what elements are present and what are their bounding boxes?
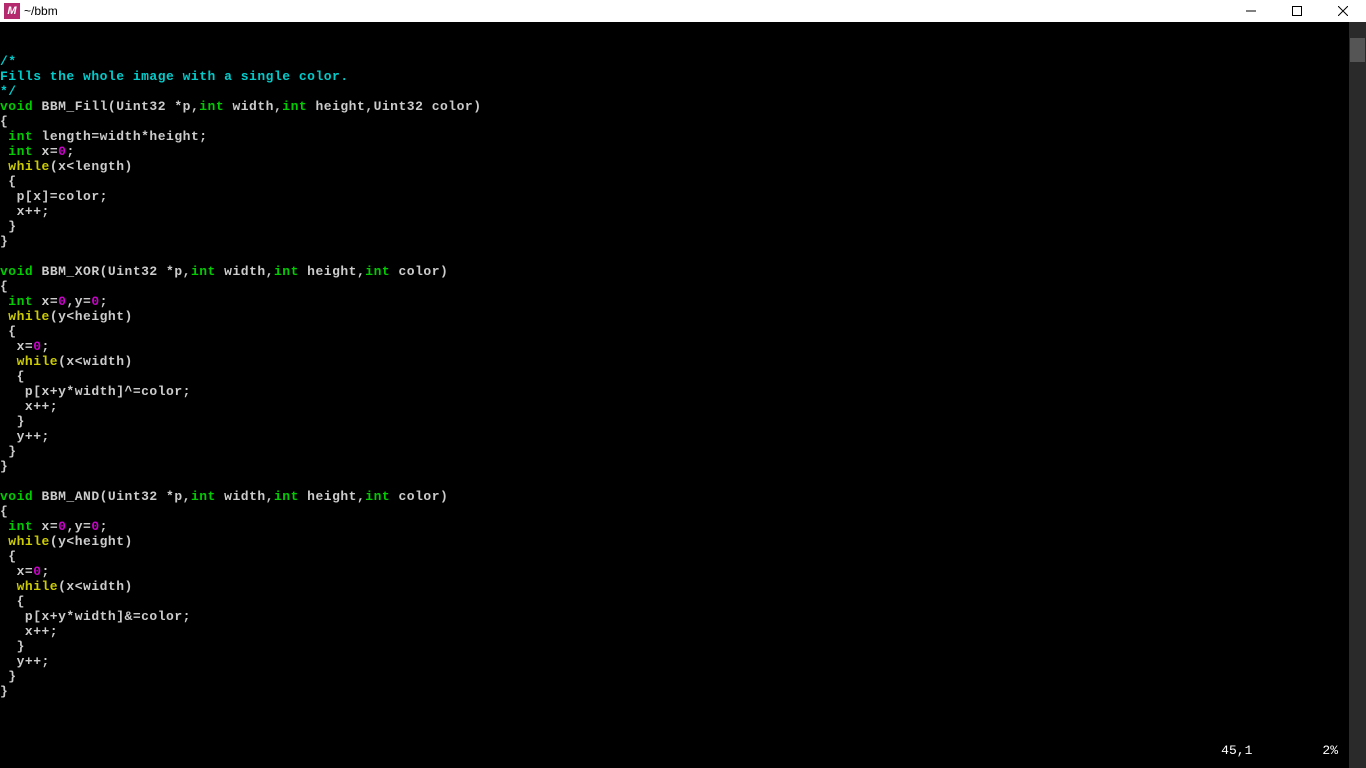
code-type: void xyxy=(0,264,33,279)
code-text: { xyxy=(0,594,25,609)
code-text: x= xyxy=(0,564,33,579)
vertical-scrollbar[interactable] xyxy=(1349,22,1366,768)
code-comment: */ xyxy=(0,84,17,99)
code-text: height, xyxy=(299,489,365,504)
code-text: { xyxy=(0,114,8,129)
code-text: { xyxy=(0,174,17,189)
code-type: int xyxy=(199,99,224,114)
code-keyword: while xyxy=(0,159,50,174)
scroll-percent: 2% xyxy=(1322,743,1338,758)
code-text: (x<length) xyxy=(50,159,133,174)
code-number: 0 xyxy=(91,294,99,309)
cursor-position: 45,1 xyxy=(1221,743,1252,758)
code-text: x++; xyxy=(0,204,50,219)
code-text: y++; xyxy=(0,429,50,444)
code-text: p[x+y*width]^=color; xyxy=(0,384,191,399)
code-text: width, xyxy=(224,99,282,114)
code-text: x++; xyxy=(0,399,58,414)
code-text: { xyxy=(0,504,8,519)
code-type: int xyxy=(0,519,33,534)
code-text: BBM_AND(Uint32 *p, xyxy=(33,489,191,504)
code-text: color) xyxy=(390,489,448,504)
code-type: int xyxy=(274,264,299,279)
app-icon: M xyxy=(4,3,20,19)
code-text: x= xyxy=(33,294,58,309)
code-keyword: while xyxy=(0,534,50,549)
code-text: height, xyxy=(299,264,365,279)
code-text: ,y= xyxy=(66,519,91,534)
code-type: int xyxy=(0,129,33,144)
code-text: p[x]=color; xyxy=(0,189,108,204)
code-type: int xyxy=(0,144,33,159)
code-text: height,Uint32 color) xyxy=(307,99,481,114)
code-text: BBM_XOR(Uint32 *p, xyxy=(33,264,191,279)
code-keyword: while xyxy=(0,579,58,594)
code-text: p[x+y*width]&=color; xyxy=(0,609,191,624)
code-text: y++; xyxy=(0,654,50,669)
code-type: int xyxy=(0,294,33,309)
minimize-button[interactable] xyxy=(1228,0,1274,22)
code-text: } xyxy=(0,234,8,249)
code-comment: /* xyxy=(0,54,17,69)
code-text: } xyxy=(0,459,8,474)
code-type: void xyxy=(0,99,33,114)
scrollbar-thumb[interactable] xyxy=(1350,38,1365,62)
code-keyword: while xyxy=(0,309,50,324)
code-text: (y<height) xyxy=(50,534,133,549)
window-titlebar: M ~/bbm xyxy=(0,0,1366,22)
code-text: } xyxy=(0,444,17,459)
code-text: x= xyxy=(33,519,58,534)
code-text: length=width*height; xyxy=(33,129,207,144)
code-keyword: while xyxy=(0,354,58,369)
code-number: 0 xyxy=(33,564,41,579)
code-comment: Fills the whole image with a single colo… xyxy=(0,69,349,84)
code-text: x= xyxy=(0,339,33,354)
code-type: int xyxy=(282,99,307,114)
code-type: void xyxy=(0,489,33,504)
status-line: 45,1 2% xyxy=(1221,743,1338,758)
code-text: } xyxy=(0,414,25,429)
maximize-button[interactable] xyxy=(1274,0,1320,22)
code-text: x= xyxy=(33,144,58,159)
code-number: 0 xyxy=(33,339,41,354)
code-type: int xyxy=(274,489,299,504)
code-text: (x<width) xyxy=(58,579,133,594)
code-text: ; xyxy=(100,294,108,309)
code-text: (y<height) xyxy=(50,309,133,324)
code-text: ; xyxy=(66,144,74,159)
code-text: x++; xyxy=(0,624,58,639)
code-text: BBM_Fill(Uint32 *p, xyxy=(33,99,199,114)
code-text: } xyxy=(0,219,17,234)
code-text: } xyxy=(0,639,25,654)
code-text: ; xyxy=(42,564,50,579)
window-title: ~/bbm xyxy=(24,4,58,18)
code-type: int xyxy=(365,264,390,279)
code-text: width, xyxy=(216,264,274,279)
code-text: } xyxy=(0,684,8,699)
code-text: { xyxy=(0,324,17,339)
close-button[interactable] xyxy=(1320,0,1366,22)
code-text: { xyxy=(0,279,8,294)
code-text: width, xyxy=(216,489,274,504)
code-text: ,y= xyxy=(66,294,91,309)
code-type: int xyxy=(191,264,216,279)
editor-area[interactable]: /* Fills the whole image with a single c… xyxy=(0,22,1349,768)
code-text: ; xyxy=(100,519,108,534)
code-text: color) xyxy=(390,264,448,279)
code-text: } xyxy=(0,669,17,684)
code-type: int xyxy=(365,489,390,504)
code-text: { xyxy=(0,369,25,384)
code-text: { xyxy=(0,549,17,564)
code-number: 0 xyxy=(91,519,99,534)
code-type: int xyxy=(191,489,216,504)
code-text: ; xyxy=(42,339,50,354)
code-text: (x<width) xyxy=(58,354,133,369)
